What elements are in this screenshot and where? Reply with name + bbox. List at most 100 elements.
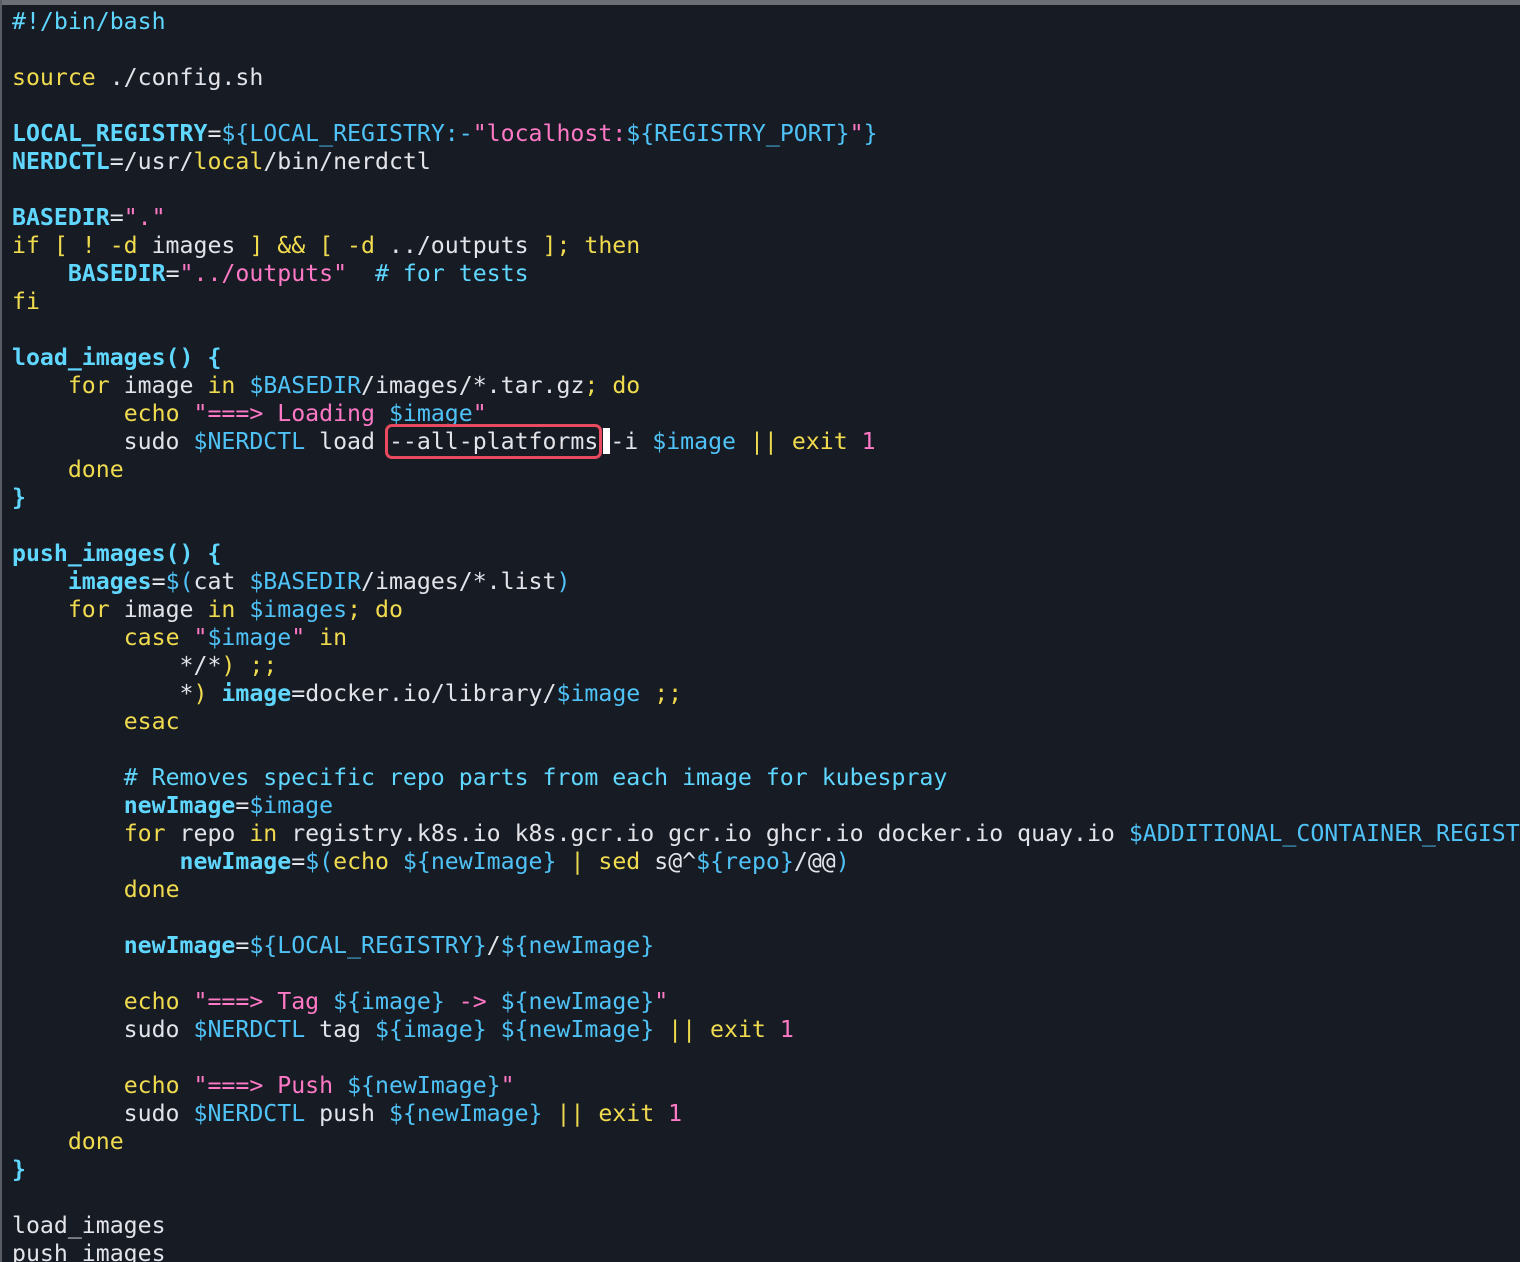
code-line[interactable]: NERDCTL=/usr/local/bin/nerdctl: [12, 148, 1520, 176]
code-line[interactable]: load_images: [12, 1212, 1520, 1240]
code-token: =: [109, 204, 124, 231]
code-line[interactable]: echo "===> Tag ${image} -> ${newImage}": [12, 988, 1520, 1016]
code-line[interactable]: [12, 904, 1520, 932]
code-token: $BASEDIR: [249, 372, 362, 399]
code-line[interactable]: #!/bin/bash: [12, 8, 1520, 36]
code-token: images: [67, 568, 152, 595]
code-line[interactable]: newImage=$(echo ${newImage} | sed s@^${r…: [12, 848, 1520, 876]
code-line[interactable]: *) image=docker.io/library/$image ;;: [12, 680, 1520, 708]
code-token: registry.k8s.io k8s.gcr.io gcr.io ghcr.i…: [277, 820, 1129, 847]
window-top-border: [0, 0, 1520, 5]
code-line[interactable]: done: [12, 456, 1520, 484]
code-line[interactable]: case "$image" in: [12, 624, 1520, 652]
code-token: -i: [610, 428, 653, 455]
code-line[interactable]: [12, 736, 1520, 764]
code-editor[interactable]: #!/bin/bash source ./config.sh LOCAL_REGIS…: [0, 0, 1520, 1262]
code-line[interactable]: esac: [12, 708, 1520, 736]
code-line[interactable]: }: [12, 484, 1520, 512]
code-token: /images/*.tar.gz: [361, 372, 585, 399]
code-line[interactable]: LOCAL_REGISTRY=${LOCAL_REGISTRY:-"localh…: [12, 120, 1520, 148]
code-line[interactable]: newImage=$image: [12, 792, 1520, 820]
code-token: push: [305, 1100, 389, 1127]
code-line[interactable]: load_images() {: [12, 344, 1520, 372]
code-token: esac: [123, 708, 180, 735]
code-token: $image: [652, 428, 736, 455]
code-line[interactable]: images=$(cat $BASEDIR/images/*.list): [12, 568, 1520, 596]
code-line[interactable]: echo "===> Push ${newImage}": [12, 1072, 1520, 1100]
code-line[interactable]: # Removes specific repo parts from each …: [12, 764, 1520, 792]
code-token: |: [570, 848, 585, 875]
code-token: sudo: [12, 1100, 194, 1127]
code-token: $image: [556, 680, 641, 707]
code-token: || exit: [749, 428, 848, 455]
code-token: cat: [193, 568, 250, 595]
code-token: $image: [388, 400, 473, 427]
code-line[interactable]: BASEDIR="../outputs" # for tests: [12, 260, 1520, 288]
code-token: ": [654, 988, 669, 1015]
code-token: echo: [333, 848, 389, 875]
code-token: done: [67, 456, 124, 483]
code-token: load_images: [12, 1212, 166, 1239]
code-line[interactable]: source ./config.sh: [12, 64, 1520, 92]
code-line[interactable]: BASEDIR=".": [12, 204, 1520, 232]
code-token: =: [235, 932, 250, 959]
code-line[interactable]: [12, 176, 1520, 204]
code-line[interactable]: [12, 316, 1520, 344]
code-line[interactable]: [12, 1044, 1520, 1072]
code-line[interactable]: [12, 512, 1520, 540]
code-token: in: [249, 820, 278, 847]
code-token: sed: [598, 848, 641, 875]
code-token: fi: [12, 288, 40, 315]
code-token: NERDCTL: [12, 148, 110, 175]
code-line[interactable]: */*) ;;: [12, 652, 1520, 680]
code-line[interactable]: fi: [12, 288, 1520, 316]
code-token: 1: [668, 1100, 683, 1127]
code-line[interactable]: sudo $NERDCTL push ${newImage} || exit 1: [12, 1100, 1520, 1128]
code-token: # for tests: [375, 260, 529, 287]
code-token: ": [193, 624, 208, 651]
code-line[interactable]: newImage=${LOCAL_REGISTRY}/${newImage}: [12, 932, 1520, 960]
code-token: newImage: [123, 932, 236, 959]
code-token: done: [67, 1128, 124, 1155]
code-line[interactable]: [12, 36, 1520, 64]
code-line[interactable]: sudo $NERDCTL tag ${image} ${newImage} |…: [12, 1016, 1520, 1044]
code-line[interactable]: [12, 92, 1520, 120]
code-line[interactable]: for image in $BASEDIR/images/*.tar.gz; d…: [12, 372, 1520, 400]
code-token: push_images() {: [12, 540, 222, 567]
code-area[interactable]: #!/bin/bash source ./config.sh LOCAL_REGIS…: [12, 8, 1520, 1262]
code-token: for: [123, 820, 166, 847]
code-line[interactable]: done: [12, 1128, 1520, 1156]
code-token: tag: [305, 1016, 375, 1043]
code-line[interactable]: for image in $images; do: [12, 596, 1520, 624]
code-line[interactable]: done: [12, 876, 1520, 904]
code-line[interactable]: for repo in registry.k8s.io k8s.gcr.io g…: [12, 820, 1520, 848]
code-token: || exit: [668, 1016, 766, 1043]
code-token: ${LOCAL_REGISTRY}: [249, 932, 487, 959]
code-line[interactable]: [12, 1184, 1520, 1212]
code-token: newImage: [179, 848, 292, 875]
code-line[interactable]: push_images() {: [12, 540, 1520, 568]
code-line[interactable]: sudo $NERDCTL load --all-platforms -i $im…: [12, 424, 1520, 459]
code-line[interactable]: push_images: [12, 1240, 1520, 1262]
code-line[interactable]: [12, 960, 1520, 988]
code-token: $BASEDIR: [249, 568, 362, 595]
code-token: ${repo}: [696, 848, 794, 875]
code-line[interactable]: if [ ! -d images ] && [ -d ../outputs ];…: [12, 232, 1520, 260]
code-token: $NERDCTL: [193, 1100, 306, 1127]
code-line[interactable]: echo "===> Loading $image": [12, 400, 1520, 428]
code-line[interactable]: }: [12, 1156, 1520, 1184]
